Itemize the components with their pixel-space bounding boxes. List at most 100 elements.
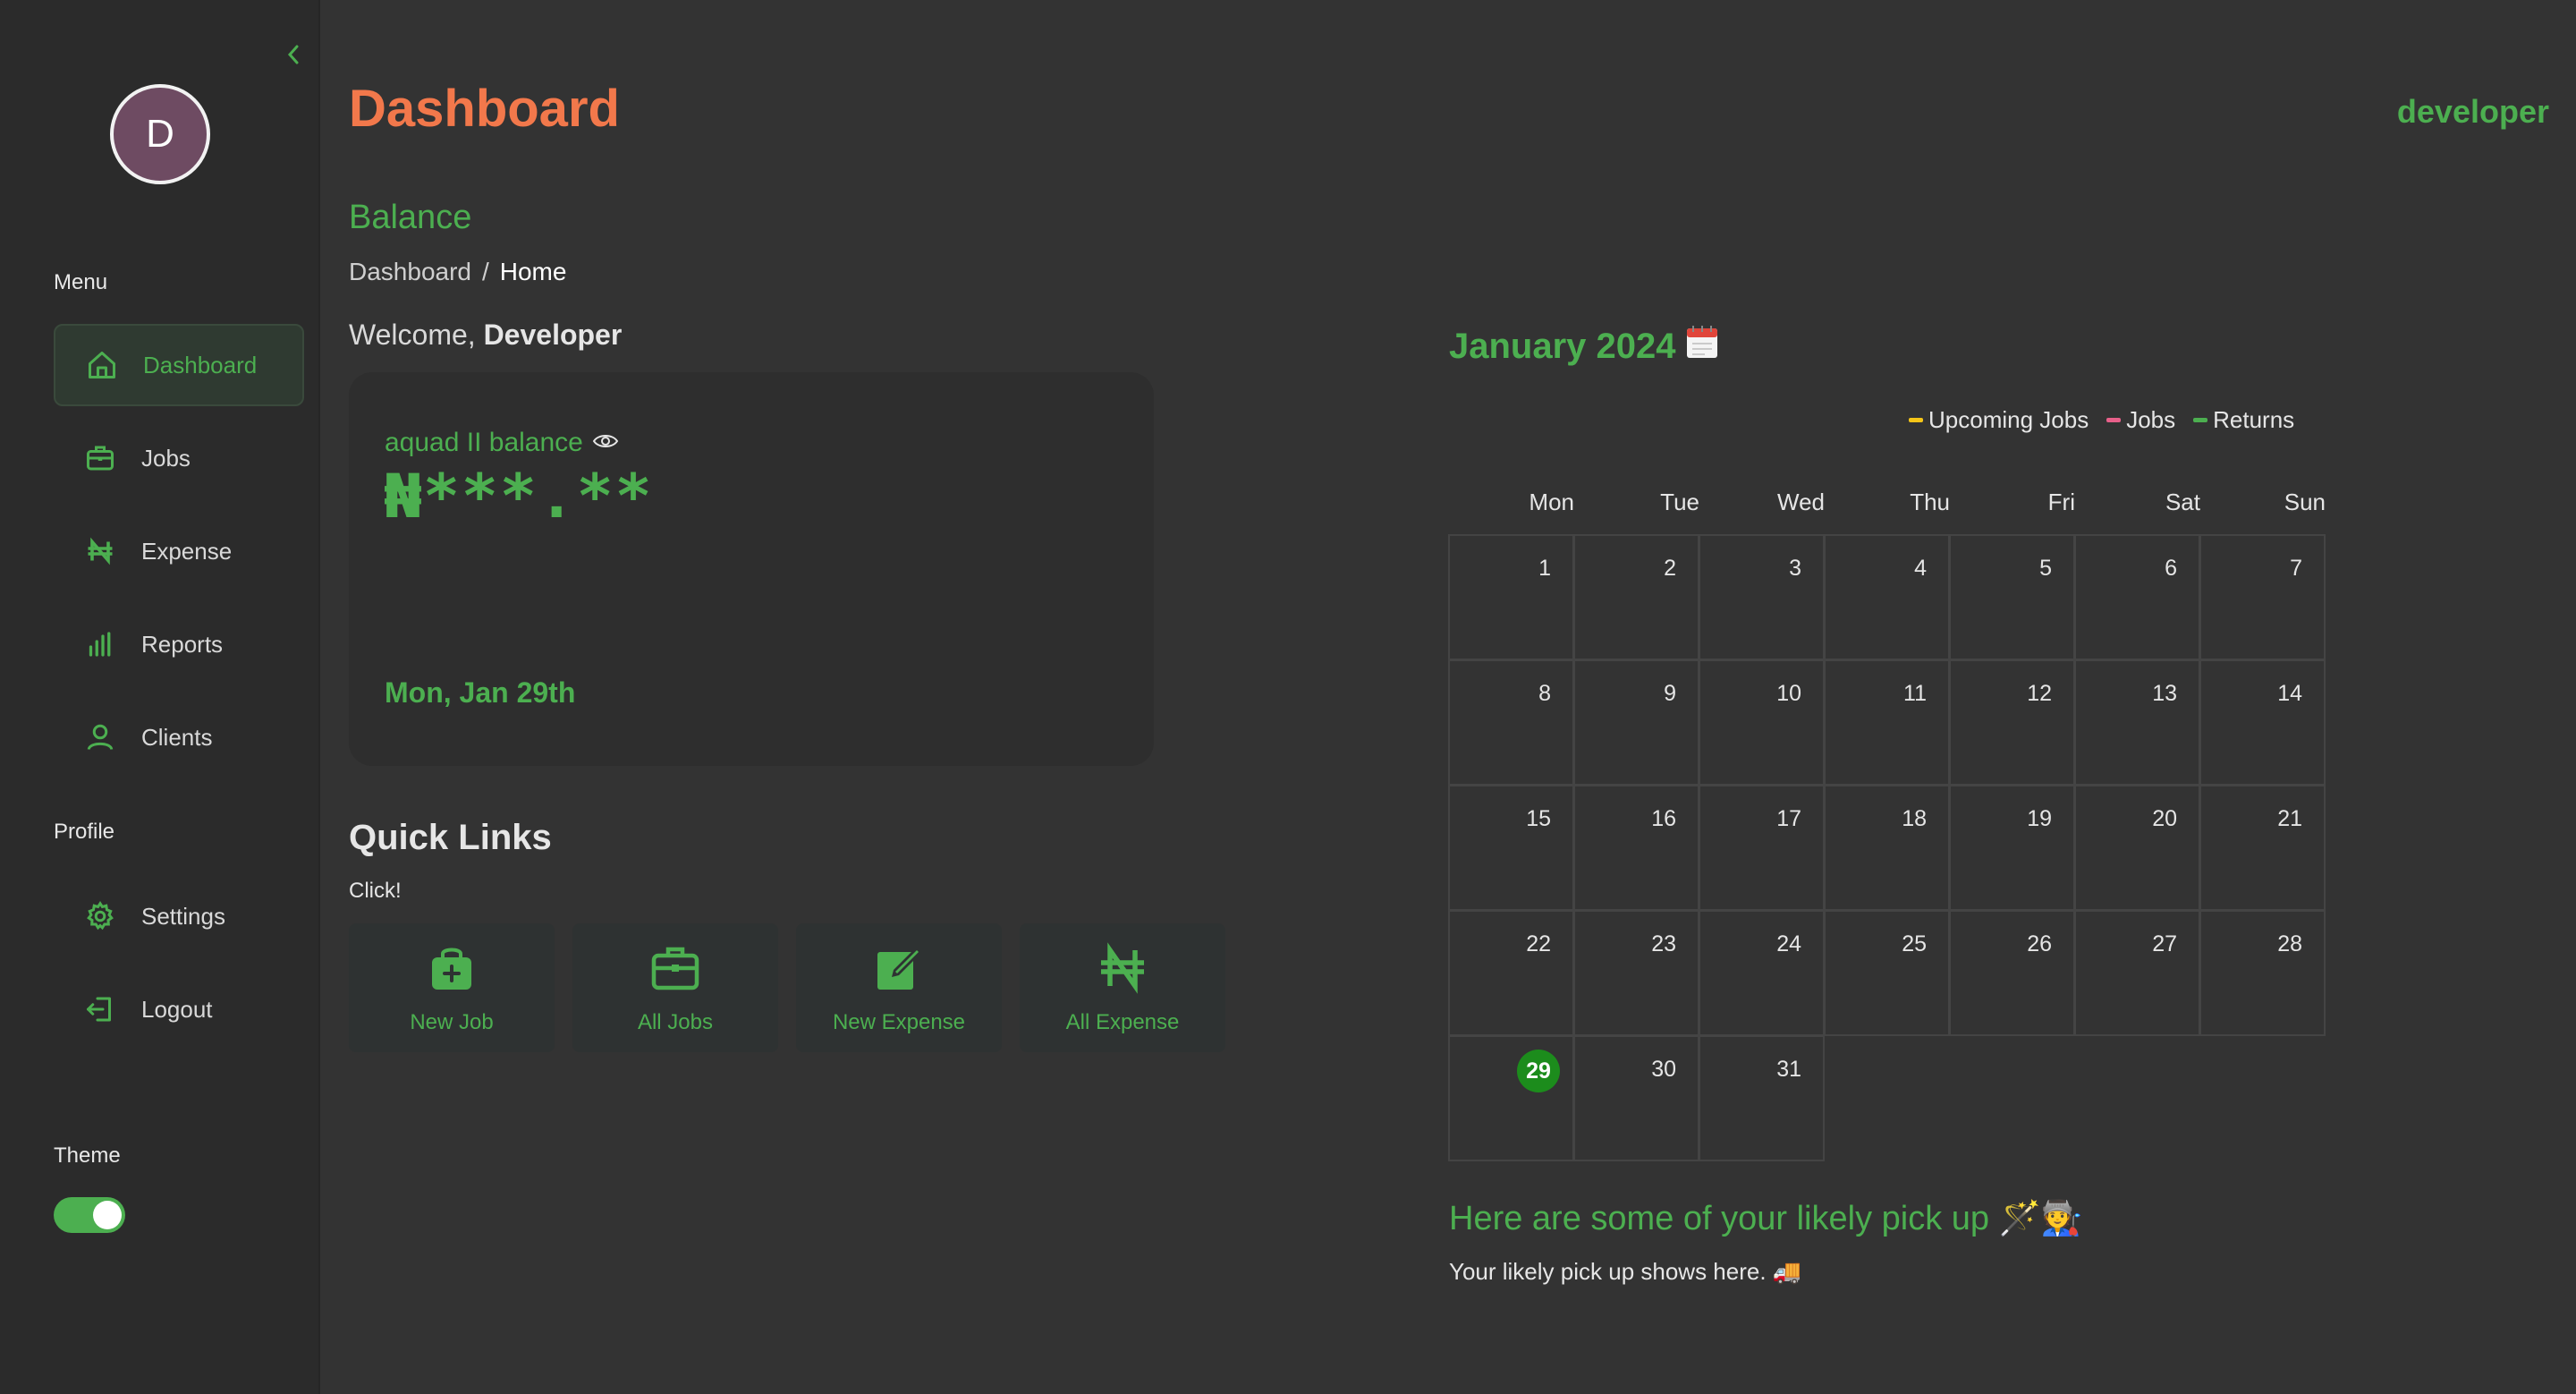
- sidebar-item-settings[interactable]: Settings: [54, 875, 304, 957]
- sidebar-item-label: Jobs: [141, 444, 191, 472]
- quick-link-label: New Job: [410, 1009, 494, 1034]
- balance-heading: Balance: [349, 199, 472, 236]
- calendar-day[interactable]: 21: [2199, 785, 2326, 911]
- day-number: 23: [1651, 931, 1676, 956]
- day-number: 24: [1776, 931, 1801, 956]
- legend-label: Returns: [2213, 406, 2295, 433]
- calendar-day[interactable]: 16: [1573, 785, 1699, 911]
- calendar-day[interactable]: 4: [1824, 534, 1950, 660]
- balance-amount: ₦***.**: [385, 462, 654, 532]
- welcome-name: Developer: [483, 319, 623, 351]
- calendar-day[interactable]: 9: [1573, 659, 1699, 786]
- legend-swatch: [1909, 418, 1923, 422]
- sidebar-item-clients[interactable]: Clients: [54, 696, 304, 778]
- sidebar-item-expense[interactable]: Expense: [54, 510, 304, 592]
- naira-icon: [84, 535, 116, 567]
- calendar-day-today[interactable]: 29: [1448, 1035, 1574, 1161]
- calendar-day[interactable]: 11: [1824, 659, 1950, 786]
- bag-plus-icon: [425, 941, 479, 1001]
- calendar-day[interactable]: 13: [2074, 659, 2200, 786]
- sidebar-item-jobs[interactable]: Jobs: [54, 417, 304, 499]
- day-number: 31: [1776, 1057, 1801, 1082]
- balance-label: aquad II balance: [385, 428, 619, 458]
- sidebar-item-logout[interactable]: Logout: [54, 968, 304, 1050]
- username-label[interactable]: developer: [2397, 93, 2549, 131]
- day-number: 30: [1651, 1057, 1676, 1082]
- day-number: 14: [2277, 681, 2302, 706]
- day-number: 25: [1902, 931, 1927, 956]
- day-number: 17: [1776, 806, 1801, 831]
- calendar-day[interactable]: 2: [1573, 534, 1699, 660]
- day-number: 29: [1517, 1050, 1560, 1092]
- day-number: 1: [1538, 556, 1551, 581]
- calendar-day[interactable]: 18: [1824, 785, 1950, 911]
- calendar-day[interactable]: 19: [1949, 785, 2075, 911]
- day-number: 12: [2027, 681, 2052, 706]
- welcome-message: Welcome, Developer: [349, 319, 622, 352]
- sidebar-item-label: Expense: [141, 537, 233, 565]
- profile-section-label: Profile: [54, 820, 115, 844]
- day-number: 7: [2290, 556, 2302, 581]
- calendar-day[interactable]: 25: [1824, 910, 1950, 1036]
- user-icon: [84, 721, 116, 753]
- calendar-day[interactable]: 7: [2199, 534, 2326, 660]
- quick-links-title: Quick Links: [349, 818, 552, 857]
- quick-links-subtitle: Click!: [349, 879, 402, 903]
- day-number: 4: [1914, 556, 1927, 581]
- calendar-day[interactable]: 8: [1448, 659, 1574, 786]
- calendar-day[interactable]: 27: [2074, 910, 2200, 1036]
- calendar-day[interactable]: 31: [1699, 1035, 1825, 1161]
- briefcase-icon: [648, 941, 702, 1001]
- legend-jobs: Jobs: [2106, 406, 2175, 434]
- day-number: 2: [1664, 556, 1676, 581]
- quick-link-new-job[interactable]: New Job: [349, 923, 555, 1052]
- calendar-day[interactable]: 10: [1699, 659, 1825, 786]
- edit-icon: [872, 941, 926, 1001]
- pickup-title: Here are some of your likely pick up 🪄🧑‍…: [1449, 1200, 2084, 1237]
- day-number: 28: [2277, 931, 2302, 956]
- day-number: 16: [1651, 806, 1676, 831]
- calendar-day[interactable]: 3: [1699, 534, 1825, 660]
- calendar-day[interactable]: 30: [1573, 1035, 1699, 1161]
- quick-link-all-expense[interactable]: All Expense: [1020, 923, 1225, 1052]
- day-number: 15: [1526, 806, 1551, 831]
- sidebar-item-reports[interactable]: Reports: [54, 603, 304, 685]
- breadcrumb-dashboard[interactable]: Dashboard: [349, 258, 471, 286]
- sidebar-item-dashboard[interactable]: Dashboard: [54, 324, 304, 406]
- calendar-day[interactable]: 14: [2199, 659, 2326, 786]
- calendar-day[interactable]: 28: [2199, 910, 2326, 1036]
- menu-section-label: Menu: [54, 270, 108, 294]
- calendar-day[interactable]: 22: [1448, 910, 1574, 1036]
- avatar[interactable]: D: [110, 84, 210, 184]
- legend-upcoming-jobs: Upcoming Jobs: [1909, 406, 2089, 434]
- weekday-header: Sat: [2165, 489, 2200, 515]
- weekday-header: Fri: [2047, 489, 2075, 515]
- calendar-day[interactable]: 6: [2074, 534, 2200, 660]
- calendar-day[interactable]: 12: [1949, 659, 2075, 786]
- calendar-day[interactable]: 26: [1949, 910, 2075, 1036]
- calendar-day[interactable]: 1: [1448, 534, 1574, 660]
- theme-toggle[interactable]: [54, 1197, 125, 1233]
- home-icon: [86, 349, 118, 381]
- calendar-month-label: January 2024: [1449, 326, 1676, 366]
- calendar-legend: Upcoming Jobs Jobs Returns: [1909, 406, 2294, 434]
- page-title: Dashboard: [349, 80, 620, 138]
- sidebar-item-label: Clients: [141, 723, 213, 751]
- day-number: 22: [1526, 931, 1551, 956]
- day-number: 27: [2152, 931, 2177, 956]
- quick-link-all-jobs[interactable]: All Jobs: [572, 923, 778, 1052]
- day-number: 9: [1664, 681, 1676, 706]
- eye-icon[interactable]: [592, 428, 619, 458]
- calendar-day[interactable]: 15: [1448, 785, 1574, 911]
- quick-link-new-expense[interactable]: New Expense: [796, 923, 1002, 1052]
- weekday-header: Tue: [1660, 489, 1699, 515]
- calendar-day[interactable]: 23: [1573, 910, 1699, 1036]
- day-number: 11: [1903, 681, 1927, 706]
- calendar-day[interactable]: 20: [2074, 785, 2200, 911]
- balance-date: Mon, Jan 29th: [385, 676, 576, 709]
- calendar-day[interactable]: 5: [1949, 534, 2075, 660]
- collapse-sidebar-button[interactable]: [283, 41, 304, 68]
- calendar-day[interactable]: 24: [1699, 910, 1825, 1036]
- sidebar-item-label: Logout: [141, 995, 213, 1023]
- calendar-day[interactable]: 17: [1699, 785, 1825, 911]
